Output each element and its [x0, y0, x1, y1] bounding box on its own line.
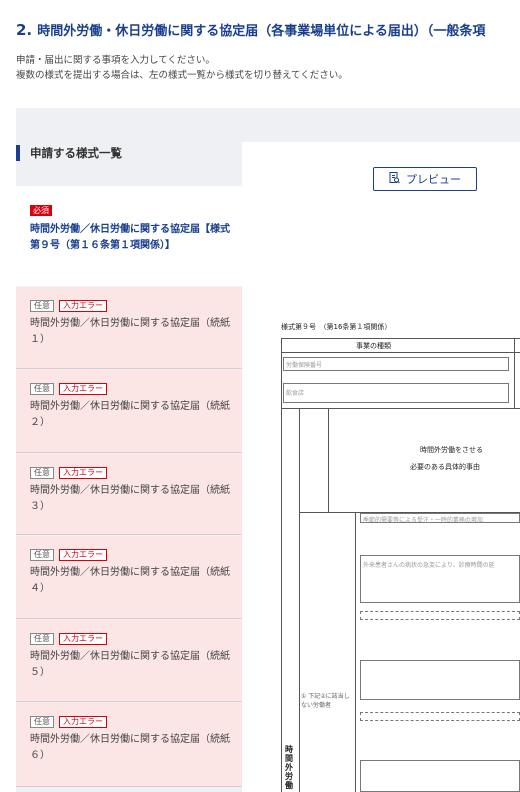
description-line-2: 複数の様式を提出する場合は、左の様式一覧から様式を切り替えてください。	[16, 70, 348, 81]
tag-row: 任意 入力エラー	[30, 632, 242, 645]
form-col-divider	[514, 338, 515, 408]
optional-badge: 任意	[30, 382, 54, 395]
sidebar-item-label: 時間外労働／休日労働に関する協定届（続紙３）	[30, 485, 230, 512]
form-inner-border	[299, 408, 300, 792]
optional-badge: 任意	[30, 632, 54, 645]
reason-field-3[interactable]	[360, 611, 520, 620]
form-number: 様式第９号 （第16条第１項関係）	[281, 323, 392, 331]
reason-field-4[interactable]	[360, 660, 520, 700]
sidebar-item-1[interactable]: 必須時間外労働／休日労働に関する協定届【様式第９号（第１６条第１項関係）】	[16, 186, 242, 286]
sidebar-item-3[interactable]: 任意 入力エラー時間外労働／休日労働に関する協定届（続紙２）	[16, 370, 242, 453]
form-row-divider-2	[281, 408, 520, 409]
form-inner-border-3	[355, 512, 356, 792]
page-heading: 2. 時間外労働・休日労働に関する協定届（各事業場単位による届出）（一般条項	[16, 20, 520, 39]
input-error-badge: 入力エラー	[59, 466, 107, 479]
sidebar-title: 申請する様式一覧	[16, 145, 122, 161]
sidebar-item-label: 時間外労働／休日労働に関する協定届（続紙１）	[30, 318, 230, 345]
page-title: 時間外労働・休日労働に関する協定届（各事業場単位による届出）（一般条項	[37, 24, 486, 39]
form-row-divider	[281, 352, 520, 353]
business-type-header: 事業の種類	[356, 342, 391, 350]
sidebar-item-label: 時間外労働／休日労働に関する協定届（続紙５）	[30, 651, 230, 678]
form-left-border	[281, 338, 282, 792]
sidebar-item-label: 時間外労働／休日労働に関する協定届【様式第９号（第１６条第１項関係）】	[30, 224, 230, 251]
tag-row: 任意 入力エラー	[30, 715, 242, 728]
reason-header-2: 必要のある具体的事由	[410, 463, 480, 471]
sidebar-item-label: 時間外労働／休日労働に関する協定届（続紙４）	[30, 567, 230, 594]
insurance-number-field[interactable]: 労働保険番号	[283, 357, 509, 371]
input-error-badge: 入力エラー	[59, 548, 107, 561]
input-error-badge: 入力エラー	[59, 715, 107, 728]
optional-badge: 任意	[30, 548, 54, 561]
preview-label: プレビュー	[406, 173, 461, 186]
input-error-badge: 入力エラー	[59, 382, 107, 395]
reason-field-1[interactable]: 季節的需要等による受注・一時的業務の増加	[360, 513, 520, 524]
preview-button[interactable]: プレビュー	[373, 167, 477, 191]
input-error-badge: 入力エラー	[59, 632, 107, 645]
tag-row: 必須	[30, 204, 242, 217]
sidebar-item-7[interactable]: 任意 入力エラー時間外労働／休日労働に関する協定届（続紙６）	[16, 703, 242, 787]
reason-field-6[interactable]	[360, 760, 520, 792]
reason-field-2[interactable]: 外来患者さんの病状の急変により、診療時間の延	[360, 555, 520, 603]
worker-note: ① 下記②に該当しない労働者	[301, 693, 350, 709]
sidebar-item-6[interactable]: 任意 入力エラー時間外労働／休日労働に関する協定届（続紙５）	[16, 620, 242, 702]
optional-badge: 任意	[30, 715, 54, 728]
section-number: 2.	[16, 21, 33, 39]
sidebar-item-label: 時間外労働／休日労働に関する協定届（続紙２）	[30, 401, 230, 428]
sidebar-item-4[interactable]: 任意 入力エラー時間外労働／休日労働に関する協定届（続紙３）	[16, 454, 242, 535]
form-top-border	[281, 338, 520, 339]
input-error-badge: 入力エラー	[59, 299, 107, 312]
optional-badge: 任意	[30, 299, 54, 312]
optional-badge: 任意	[30, 466, 54, 479]
tag-row: 任意 入力エラー	[30, 299, 242, 312]
required-badge: 必須	[30, 205, 52, 216]
business-type-field[interactable]: 飲食店	[283, 383, 509, 403]
description-line-1: 申請・届出に関する事項を入力してください。	[16, 55, 215, 66]
sidebar-item-2[interactable]: 任意 入力エラー時間外労働／休日労働に関する協定届（続紙１）	[16, 287, 242, 369]
vertical-label: 時間外労働	[285, 745, 293, 790]
tag-row: 任意 入力エラー	[30, 548, 242, 561]
tag-row: 任意 入力エラー	[30, 382, 242, 395]
reason-header-1: 時間外労働をさせる	[420, 446, 483, 454]
sidebar-item-label: 時間外労働／休日労働に関する協定届（続紙６）	[30, 734, 230, 761]
reason-field-5[interactable]	[360, 712, 520, 721]
form-inner-border-2	[328, 408, 329, 512]
preview-icon	[389, 171, 400, 187]
tag-row: 任意 入力エラー	[30, 466, 242, 479]
sidebar-item-5[interactable]: 任意 入力エラー時間外労働／休日労働に関する協定届（続紙４）	[16, 536, 242, 619]
